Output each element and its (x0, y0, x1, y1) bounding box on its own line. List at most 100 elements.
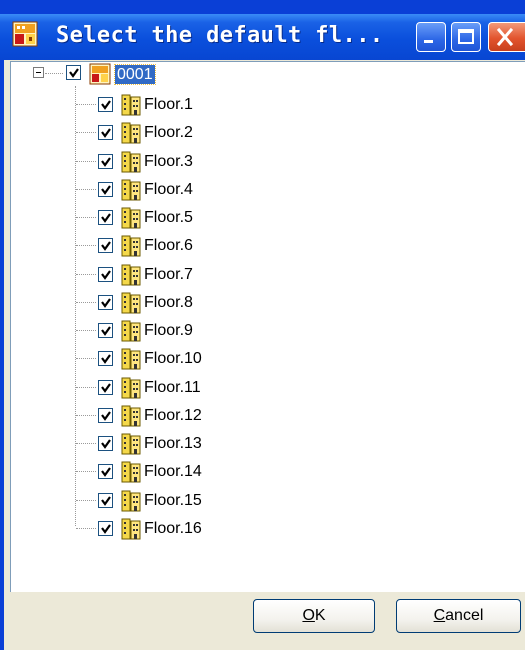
floor-building-icon (121, 122, 141, 144)
checkmark-icon (101, 128, 111, 138)
floor-checkbox[interactable] (98, 238, 113, 253)
ok-button[interactable]: OK (253, 599, 375, 633)
floor-checkbox[interactable] (98, 154, 113, 169)
floor-label[interactable]: Floor.3 (144, 152, 193, 172)
floor-label[interactable]: Floor.12 (144, 406, 202, 426)
tree-connector (76, 302, 96, 303)
floor-checkbox[interactable] (98, 295, 113, 310)
checkmark-icon (101, 157, 111, 167)
collapse-toggle[interactable] (33, 67, 44, 78)
cancel-label-rest: ancel (445, 607, 484, 624)
floor-label[interactable]: Floor.1 (144, 95, 193, 115)
checkmark-icon (101, 270, 111, 280)
tree-connector (76, 387, 96, 388)
tree-connector (76, 132, 96, 133)
checkmark-icon (101, 326, 111, 336)
floor-checkbox[interactable] (98, 380, 113, 395)
floor-building-icon (121, 348, 141, 370)
tree-connector (76, 500, 96, 501)
floor-building-icon (121, 461, 141, 483)
maximize-button[interactable] (451, 22, 481, 52)
floor-building-icon (121, 151, 141, 173)
floor-label[interactable]: Floor.11 (144, 378, 201, 398)
maximize-icon (458, 29, 474, 44)
cancel-mnemonic: C (433, 607, 446, 624)
minimize-button[interactable] (416, 22, 446, 52)
floor-label[interactable]: Floor.14 (144, 462, 202, 482)
checkmark-icon (101, 241, 111, 251)
floor-checkbox[interactable] (98, 323, 113, 338)
tree-connector (76, 330, 96, 331)
floor-checkbox[interactable] (98, 351, 113, 366)
tree-connector (76, 528, 96, 529)
floor-checkbox[interactable] (98, 464, 113, 479)
floor-checkbox[interactable] (98, 267, 113, 282)
floor-tree-view[interactable] (10, 61, 525, 592)
close-button[interactable] (488, 22, 525, 52)
floor-building-icon (121, 490, 141, 512)
floor-label[interactable]: Floor.13 (144, 434, 202, 454)
cancel-button[interactable]: Cancel (396, 599, 521, 633)
floor-label[interactable]: Floor.16 (144, 519, 202, 539)
floor-building-icon (121, 292, 141, 314)
tree-connector (76, 471, 96, 472)
floor-label[interactable]: Floor.7 (144, 265, 193, 285)
floor-label[interactable]: Floor.10 (144, 349, 202, 369)
floor-checkbox[interactable] (98, 408, 113, 423)
floor-building-icon (121, 377, 141, 399)
checkmark-icon (101, 524, 111, 534)
tree-connector (45, 73, 63, 74)
checkmark-icon (101, 411, 111, 421)
floor-building-icon (121, 320, 141, 342)
tree-connector (76, 161, 96, 162)
checkmark-icon (101, 354, 111, 364)
checkmark-icon (101, 100, 111, 110)
tree-branch-line (75, 86, 76, 526)
ok-label-rest: K (314, 607, 326, 624)
tree-connector (76, 415, 96, 416)
floor-label[interactable]: Floor.2 (144, 123, 193, 143)
checkmark-icon (101, 383, 111, 393)
floor-checkbox[interactable] (98, 182, 113, 197)
floor-label[interactable]: Floor.5 (144, 208, 193, 228)
tree-connector (76, 104, 96, 105)
checkmark-icon (101, 185, 111, 195)
checkmark-icon (101, 298, 111, 308)
tree-connector (76, 189, 96, 190)
tree-connector (76, 245, 96, 246)
tree-root-label[interactable]: 0001 (114, 64, 156, 85)
floor-label[interactable]: Floor.4 (144, 180, 193, 200)
dialog-window: Select the default fl... 0001 Floor.1 Flo… (0, 0, 525, 650)
building-card-icon (89, 63, 111, 85)
floor-label[interactable]: Floor.6 (144, 236, 193, 256)
floor-building-icon (121, 94, 141, 116)
floor-label[interactable]: Floor.15 (144, 491, 202, 511)
floor-checkbox[interactable] (98, 521, 113, 536)
floor-building-icon (121, 518, 141, 540)
floor-checkbox[interactable] (98, 436, 113, 451)
floor-building-icon (121, 264, 141, 286)
floor-checkbox[interactable] (98, 493, 113, 508)
checkmark-icon (101, 439, 111, 449)
floor-building-icon (121, 235, 141, 257)
minimize-icon (424, 40, 433, 43)
checkmark-icon (101, 496, 111, 506)
floor-checkbox[interactable] (98, 125, 113, 140)
tree-connector (76, 358, 96, 359)
checkmark-icon (101, 467, 111, 477)
floor-building-icon (121, 405, 141, 427)
checkmark-icon (101, 213, 111, 223)
floor-building-icon (121, 433, 141, 455)
root-checkbox[interactable] (66, 65, 81, 80)
window-title: Select the default fl... (56, 23, 384, 48)
ok-mnemonic: O (302, 607, 315, 624)
floor-building-icon (121, 179, 141, 201)
checkmark-icon (69, 68, 79, 78)
floor-label[interactable]: Floor.8 (144, 293, 193, 313)
floor-checkbox[interactable] (98, 210, 113, 225)
floor-label[interactable]: Floor.9 (144, 321, 193, 341)
floor-checkbox[interactable] (98, 97, 113, 112)
tree-connector (76, 274, 96, 275)
tree-connector (76, 217, 96, 218)
tree-connector (76, 443, 96, 444)
